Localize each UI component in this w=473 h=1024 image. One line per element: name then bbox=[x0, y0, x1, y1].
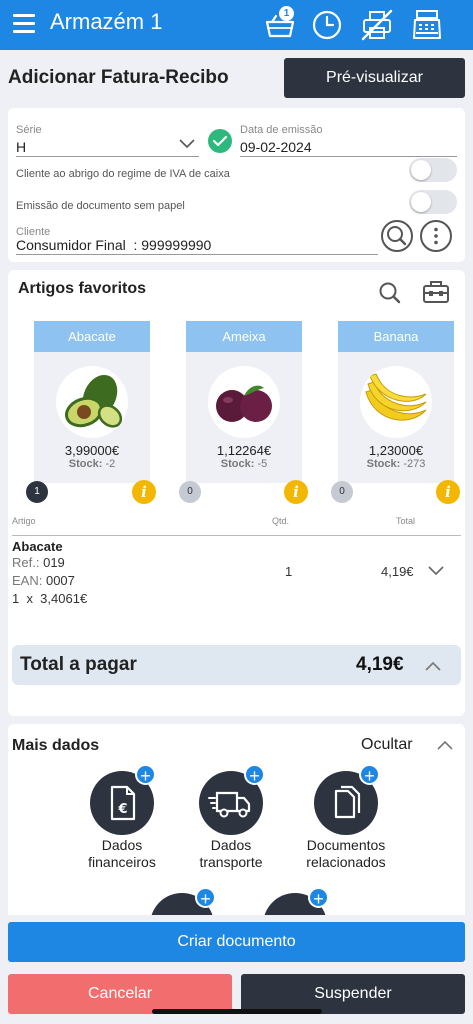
paperless-toggle[interactable] bbox=[409, 190, 457, 214]
total-label: Total a pagar bbox=[20, 654, 137, 675]
plum-image bbox=[208, 366, 280, 438]
favorite-price: 1,23000€ bbox=[368, 443, 424, 458]
favorite-name: Ameixa bbox=[186, 321, 302, 352]
column-header-article: Artigo bbox=[12, 516, 36, 526]
favorite-price: 3,99000€ bbox=[64, 443, 120, 458]
favorite-stock: Stock: -273 bbox=[366, 458, 426, 470]
more-data-title: Mais dados bbox=[12, 737, 100, 754]
menu-icon[interactable] bbox=[13, 14, 35, 34]
favorite-name: Banana bbox=[338, 321, 454, 352]
info-icon[interactable]: i bbox=[132, 480, 156, 504]
related-documents-label: Documentos relacionados bbox=[306, 837, 386, 870]
add-more-action-icon[interactable]: + bbox=[308, 887, 329, 909]
clock-icon[interactable] bbox=[310, 8, 344, 42]
avocado-image bbox=[56, 366, 128, 438]
client-more-button[interactable] bbox=[420, 220, 452, 252]
favorites-title: Artigos favoritos bbox=[18, 280, 147, 297]
favorite-item-banana[interactable]: Banana 1,23000€ Stock: -273 bbox=[338, 321, 454, 483]
line-item-qty: 1 bbox=[285, 564, 293, 579]
chevron-down-icon[interactable] bbox=[178, 138, 196, 150]
financial-data-label: Dados financeiros bbox=[88, 837, 156, 870]
favorite-price: 1,12264€ bbox=[216, 443, 272, 458]
vat-cash-toggle[interactable] bbox=[409, 158, 457, 182]
line-item-name[interactable]: Abacate bbox=[12, 539, 63, 554]
total-value: 4,19€ bbox=[356, 654, 404, 675]
line-item-ref: Ref.: 019 bbox=[12, 555, 65, 570]
category-box-icon[interactable] bbox=[421, 279, 451, 305]
vat-cash-label: Cliente ao abrigo do regime de IVA de ca… bbox=[16, 168, 230, 180]
cart-count-badge: 1 bbox=[279, 6, 294, 21]
favorite-stock: Stock: -2 bbox=[68, 458, 116, 470]
search-icon[interactable] bbox=[377, 280, 403, 306]
transport-data-label: Dados transporte bbox=[199, 837, 263, 870]
client-search-button[interactable] bbox=[381, 220, 413, 252]
hide-toggle-label[interactable]: Ocultar bbox=[361, 736, 413, 754]
suspend-button[interactable]: Suspender bbox=[241, 974, 465, 1014]
line-item-total: 4,19€ bbox=[381, 564, 414, 579]
cash-register-icon[interactable] bbox=[410, 8, 444, 42]
home-indicator[interactable] bbox=[152, 1009, 322, 1014]
client-field[interactable]: Consumidor Final : 999999990 bbox=[16, 237, 211, 253]
svg-text:€: € bbox=[117, 802, 127, 817]
favorite-qty-badge: 1 bbox=[26, 481, 48, 503]
info-icon[interactable]: i bbox=[436, 480, 460, 504]
chevron-down-icon[interactable] bbox=[427, 565, 445, 577]
total-bar[interactable]: Total a pagar 4,19€ bbox=[12, 645, 461, 685]
serie-label: Série bbox=[16, 124, 42, 136]
search-icon bbox=[387, 226, 407, 246]
favorite-name: Abacate bbox=[34, 321, 150, 352]
cancel-button[interactable]: Cancelar bbox=[8, 974, 232, 1014]
more-vertical-icon bbox=[434, 227, 438, 245]
add-financial-data-icon[interactable]: + bbox=[135, 764, 156, 786]
favorite-qty-badge: 0 bbox=[331, 481, 353, 503]
chevron-up-icon[interactable] bbox=[424, 660, 442, 672]
favorite-item-ameixa[interactable]: Ameixa 1,12264€ Stock: -5 bbox=[186, 321, 302, 483]
add-more-action-icon[interactable]: + bbox=[195, 887, 216, 909]
document-form-card: Série H Data de emissão 09-02-2024 Clien… bbox=[8, 108, 465, 262]
client-underline bbox=[16, 254, 378, 255]
create-document-button[interactable]: Criar documento bbox=[8, 922, 465, 962]
info-icon[interactable]: i bbox=[284, 480, 308, 504]
serie-select[interactable]: H bbox=[16, 139, 26, 155]
table-divider bbox=[12, 535, 461, 536]
line-item-ean: EAN: 0007 bbox=[12, 573, 75, 588]
favorite-stock: Stock: -5 bbox=[220, 458, 268, 470]
favorite-qty-badge: 0 bbox=[179, 481, 201, 503]
top-bar: Armazém 1 1 bbox=[0, 0, 473, 50]
date-label: Data de emissão bbox=[240, 124, 323, 136]
paperless-label: Emissão de documento sem papel bbox=[16, 200, 185, 212]
preview-button[interactable]: Pré-visualizar bbox=[284, 58, 465, 98]
line-item-unit-price: 1 x 3,4061€ bbox=[12, 591, 88, 606]
serie-underline bbox=[16, 156, 199, 157]
page-title: Adicionar Fatura-Recibo bbox=[8, 67, 229, 88]
check-circle-icon bbox=[208, 129, 232, 153]
printer-off-icon[interactable] bbox=[360, 8, 394, 42]
column-header-total: Total bbox=[396, 516, 416, 526]
favorite-item-abacate[interactable]: Abacate 3,99000€ Stock: -2 bbox=[34, 321, 150, 483]
chevron-up-icon[interactable] bbox=[436, 739, 454, 751]
add-transport-data-icon[interactable]: + bbox=[244, 764, 265, 786]
app-title: Armazém 1 bbox=[50, 9, 163, 34]
add-related-documents-icon[interactable]: + bbox=[359, 764, 380, 786]
column-header-qty: Qtd. bbox=[272, 516, 290, 526]
date-underline bbox=[240, 156, 457, 157]
banana-image bbox=[360, 366, 432, 438]
date-field[interactable]: 09-02-2024 bbox=[240, 139, 312, 155]
